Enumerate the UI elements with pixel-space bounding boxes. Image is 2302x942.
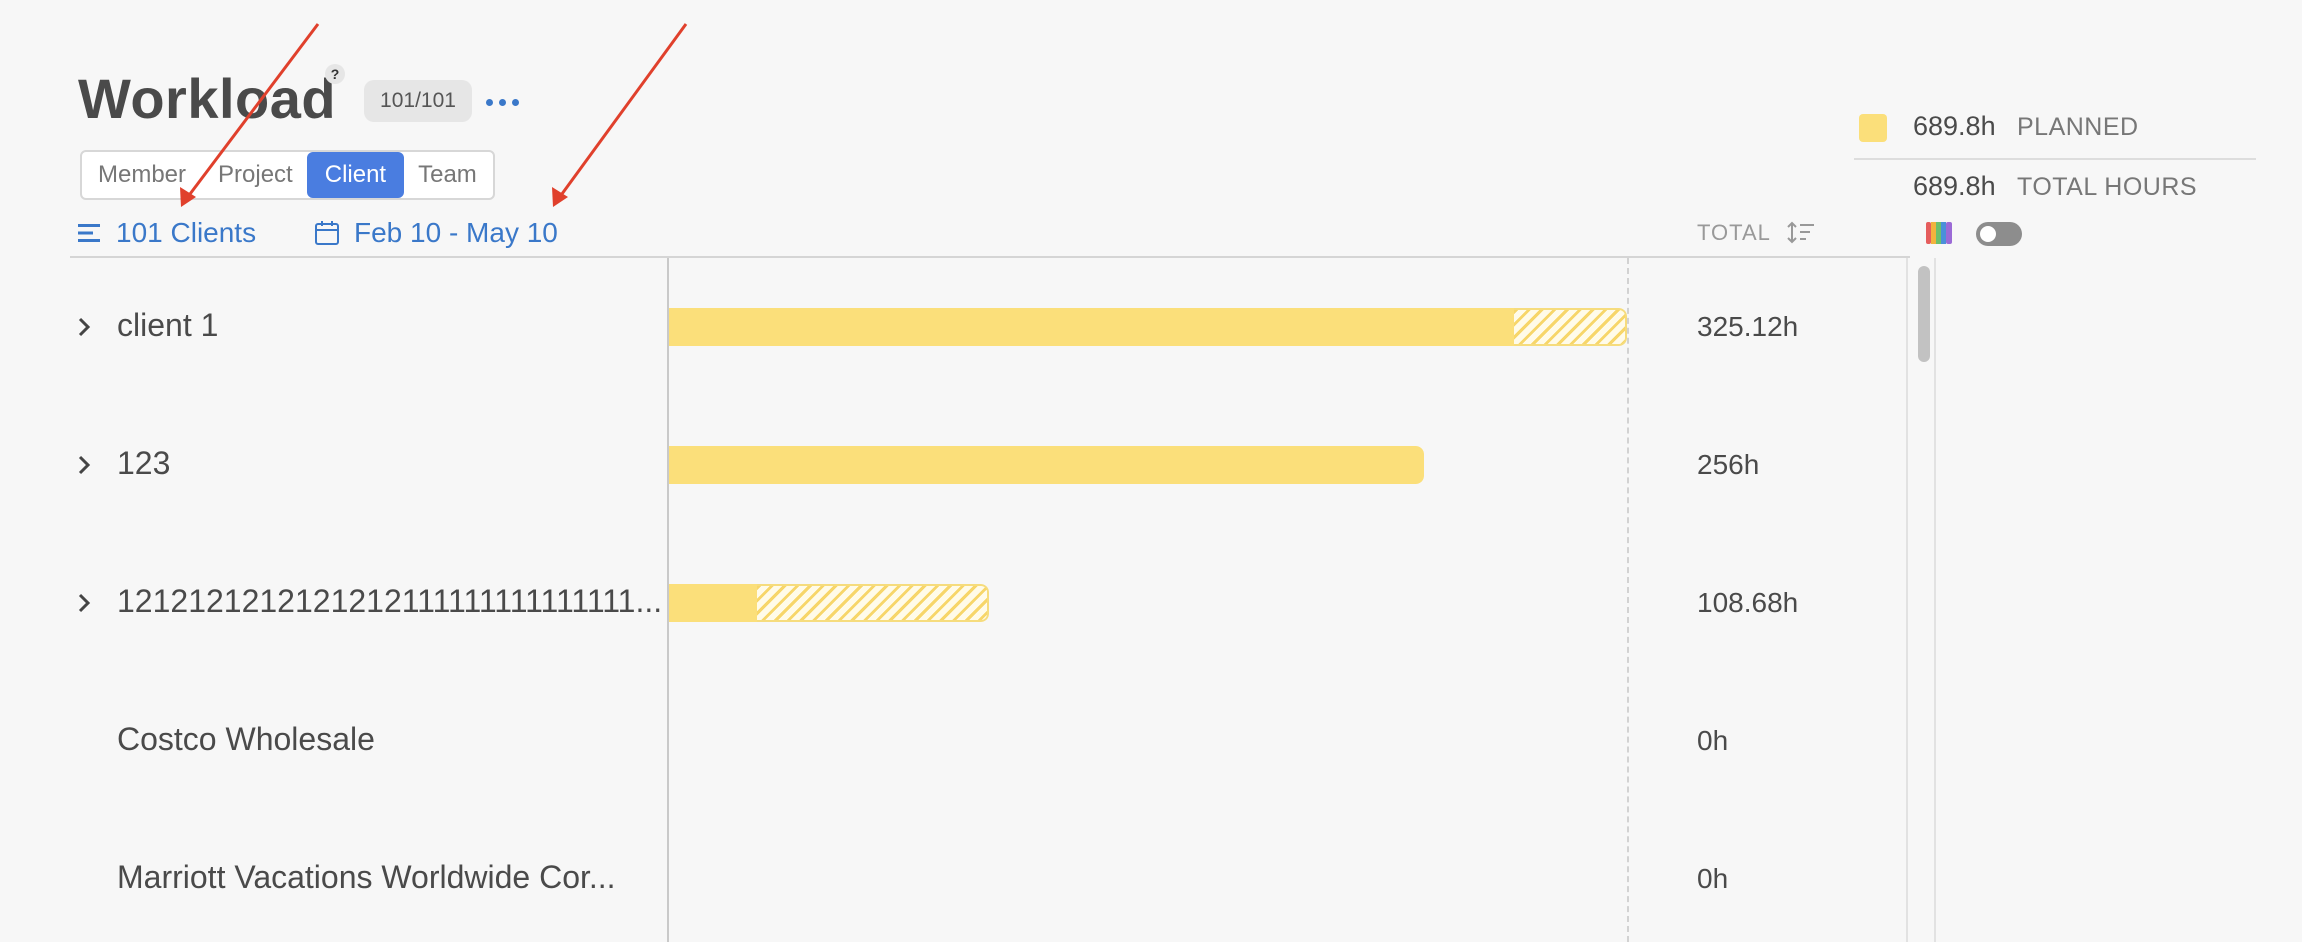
sort-icon[interactable] [1787, 221, 1815, 245]
remaining-segment [757, 584, 989, 622]
total-hours-value: 689.8h [1913, 171, 1996, 201]
client-row-total: 0h [1697, 863, 1729, 894]
workload-bar[interactable] [669, 446, 1424, 484]
total-column-header[interactable]: TOTAL [1697, 220, 1815, 246]
tab-member[interactable]: Member [82, 152, 202, 198]
calendar-icon [315, 221, 339, 245]
clients-filter-label: 101 Clients [116, 217, 257, 248]
chevron-right-icon[interactable] [72, 453, 96, 477]
client-row-name[interactable]: Costco Wholesale [117, 721, 665, 758]
table-header-divider [70, 256, 1910, 258]
tab-client[interactable]: Client [306, 152, 405, 198]
color-mode-icon[interactable] [1926, 222, 1954, 244]
workload-bar[interactable] [669, 308, 1627, 346]
date-range-filter[interactable]: Feb 10 - May 10 [314, 215, 558, 251]
planned-total-value: 689.8h [1913, 111, 1996, 141]
date-range-label: Feb 10 - May 10 [354, 217, 558, 248]
remaining-segment [1514, 308, 1627, 346]
planned-legend-label: PLANNED [2017, 113, 2139, 141]
tab-project[interactable]: Project [202, 152, 309, 198]
page-title: Workload [78, 67, 337, 130]
more-options-icon[interactable] [486, 94, 522, 110]
client-row-name[interactable]: client 1 [117, 307, 665, 344]
color-mode-toggle[interactable] [1976, 222, 2022, 246]
total-header-label: TOTAL [1697, 220, 1771, 245]
client-row-total: 0h [1697, 725, 1729, 756]
timeline-end-marker [1627, 258, 1629, 942]
client-row-name[interactable]: Marriott Vacations Worldwide Cor... [117, 859, 665, 896]
tab-team[interactable]: Team [402, 152, 493, 198]
planned-segment [669, 308, 1514, 346]
planned-segment [669, 446, 1424, 484]
workload-bar[interactable] [669, 584, 989, 622]
client-row-total: 108.68h [1697, 587, 1799, 618]
planned-segment [669, 584, 757, 622]
view-tabs: Member Project Client Team [80, 150, 495, 200]
scrollbar-thumb[interactable] [1918, 266, 1930, 362]
clients-filter[interactable]: 101 Clients [78, 215, 256, 251]
legend-divider [1854, 158, 2256, 160]
total-hours-label: TOTAL HOURS [2017, 173, 2198, 201]
client-row-name[interactable]: 123 [117, 445, 665, 482]
client-row-name[interactable]: 1212121212121212111111111111111... [117, 583, 665, 620]
planned-legend-swatch [1859, 114, 1887, 142]
client-row-total: 256h [1697, 449, 1760, 480]
list-icon [78, 224, 100, 242]
help-icon[interactable]: ? [325, 64, 345, 84]
client-row-total: 325.12h [1697, 311, 1799, 342]
count-badge: 101/101 [364, 80, 472, 122]
chevron-right-icon[interactable] [72, 315, 96, 339]
chevron-right-icon[interactable] [72, 591, 96, 615]
